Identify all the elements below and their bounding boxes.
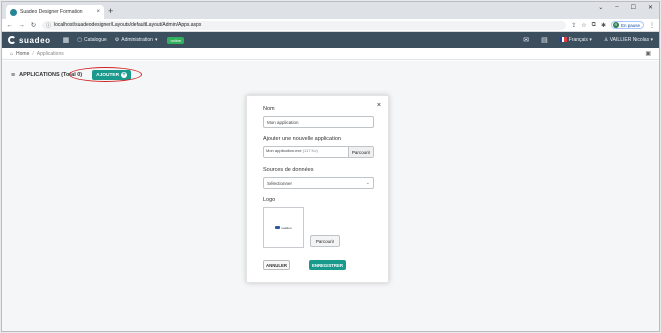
language-label: Français bbox=[568, 37, 588, 43]
extensions-puzzle-icon[interactable]: ✱ bbox=[601, 22, 606, 29]
status-badge: online bbox=[167, 36, 185, 44]
main-content: ≡ APPLICATIONS (Total 0) AJOUTER + × Nom… bbox=[2, 61, 659, 331]
calculator-icon[interactable]: ▤ bbox=[541, 36, 548, 44]
favicon-icon bbox=[10, 8, 17, 16]
apps-grid-icon[interactable]: ▦ bbox=[63, 36, 70, 44]
data-sources-value: Sélectionner bbox=[267, 180, 293, 186]
toolbar-icons: ⇪ ☆ ⧉ ✱ R En pause ⋮ bbox=[571, 21, 655, 29]
logo-thumb-text: suadeo bbox=[281, 225, 292, 230]
menu-administration-label: Administration bbox=[121, 37, 153, 43]
breadcrumb-current: Applications bbox=[36, 50, 64, 57]
french-flag-icon bbox=[559, 37, 567, 43]
address-bar[interactable]: ⓘ localhost/suadeodesigner/Layouts/defau… bbox=[42, 20, 567, 30]
home-icon[interactable]: ⌂ bbox=[10, 51, 13, 57]
add-app-label: Ajouter une nouvelle application bbox=[263, 136, 341, 142]
back-arrow-icon[interactable]: ← bbox=[6, 22, 13, 29]
browse-file-button[interactable]: Parcourir bbox=[348, 147, 373, 157]
browser-toolbar: ← → ↻ ⓘ localhost/suadeodesigner/Layouts… bbox=[2, 19, 659, 32]
gear-icon: ⚙ bbox=[114, 37, 120, 43]
language-selector[interactable]: Français ▾ bbox=[559, 37, 592, 43]
tab-close-icon[interactable]: × bbox=[96, 9, 100, 15]
name-input[interactable]: Mon application bbox=[263, 116, 374, 128]
page-settings-icon[interactable]: ▣ bbox=[645, 50, 651, 57]
cancel-button[interactable]: ANNULER bbox=[263, 260, 290, 270]
mail-icon[interactable]: ✉ bbox=[523, 36, 529, 44]
brand-name: suadeo bbox=[19, 35, 51, 45]
catalog-icon: ▢ bbox=[77, 37, 82, 43]
extension-icon[interactable]: ⧉ bbox=[592, 22, 596, 29]
list-icon: ≡ bbox=[11, 71, 16, 79]
logo-mark-icon bbox=[8, 36, 16, 44]
bookmark-star-icon[interactable]: ☆ bbox=[581, 22, 586, 29]
tab-title: Suadeo Designer Formation bbox=[20, 9, 83, 15]
profile-button[interactable]: R En pause bbox=[610, 21, 644, 29]
breadcrumb: ⌂ Home / Applications ▣ bbox=[2, 48, 659, 60]
annotation-ellipse bbox=[69, 67, 142, 82]
suadeo-logo[interactable]: suadeo bbox=[8, 36, 51, 45]
browse-logo-button[interactable]: Parcourir bbox=[310, 235, 340, 247]
app-navbar: suadeo ▦ ▢ Catalogue ⚙ Administration ▾ … bbox=[2, 32, 659, 48]
chevron-down-icon: ⌄ bbox=[365, 180, 370, 186]
appbar-right: ✉ ▤ Français ▾ ♙ VAILLIER Nicolas ▾ bbox=[523, 36, 653, 44]
user-icon: ♙ bbox=[603, 37, 609, 43]
menu-catalogue[interactable]: ▢ Catalogue bbox=[77, 37, 107, 43]
profile-avatar: R bbox=[612, 22, 619, 28]
logo-thumb-mark-icon bbox=[275, 226, 281, 229]
reload-icon[interactable]: ↻ bbox=[30, 21, 37, 29]
maximize-icon[interactable]: ☐ bbox=[631, 4, 636, 11]
browser-window: Suadeo Designer Formation × + ⌄ – ☐ ✕ ← … bbox=[1, 1, 660, 332]
data-sources-label: Sources de données bbox=[263, 167, 314, 173]
breadcrumb-separator: / bbox=[32, 50, 34, 57]
window-close-icon[interactable]: ✕ bbox=[648, 4, 653, 11]
logo-thumbnail: suadeo bbox=[275, 226, 292, 230]
modal-close-icon[interactable]: × bbox=[377, 102, 381, 109]
site-info-icon[interactable]: ⓘ bbox=[46, 22, 51, 29]
file-name: Mon application.exe (117 Ko) bbox=[264, 147, 348, 157]
forward-arrow-icon[interactable]: → bbox=[18, 22, 25, 29]
browser-menu-icon[interactable]: ⋮ bbox=[649, 22, 655, 29]
file-size: (117 Ko) bbox=[302, 148, 318, 153]
data-sources-select[interactable]: Sélectionner ⌄ bbox=[263, 177, 374, 189]
file-name-value: Mon application.exe bbox=[266, 148, 302, 153]
tab-search-icon[interactable]: ⌄ bbox=[598, 4, 603, 11]
file-upload-field[interactable]: Mon application.exe (117 Ko) Parcourir bbox=[263, 146, 374, 158]
menu-administration[interactable]: ⚙ Administration ▾ bbox=[115, 37, 158, 43]
chevron-down-icon: ▾ bbox=[154, 37, 158, 43]
breadcrumb-home[interactable]: Home bbox=[16, 51, 29, 57]
logo-label: Logo bbox=[263, 197, 276, 203]
save-button[interactable]: ENREGISTRER bbox=[309, 260, 346, 270]
profile-status: En pause bbox=[620, 22, 640, 28]
name-label: Nom bbox=[263, 106, 275, 112]
menu-catalogue-label: Catalogue bbox=[83, 37, 107, 43]
minimize-icon[interactable]: – bbox=[615, 4, 618, 11]
url-text: localhost/suadeodesigner/Layouts/default… bbox=[54, 22, 202, 28]
browser-tab[interactable]: Suadeo Designer Formation × bbox=[6, 5, 104, 19]
logo-preview: suadeo bbox=[263, 207, 304, 248]
tab-strip: Suadeo Designer Formation × + ⌄ – ☐ ✕ bbox=[2, 2, 659, 19]
window-controls: ⌄ – ☐ ✕ bbox=[598, 4, 653, 11]
share-icon[interactable]: ⇪ bbox=[571, 22, 576, 29]
new-tab-button[interactable]: + bbox=[108, 6, 113, 16]
add-application-modal: × Nom Mon application Ajouter une nouvel… bbox=[246, 95, 389, 283]
user-menu[interactable]: ♙ VAILLIER Nicolas ▾ bbox=[604, 37, 653, 43]
user-name: VAILLIER Nicolas bbox=[609, 37, 650, 43]
